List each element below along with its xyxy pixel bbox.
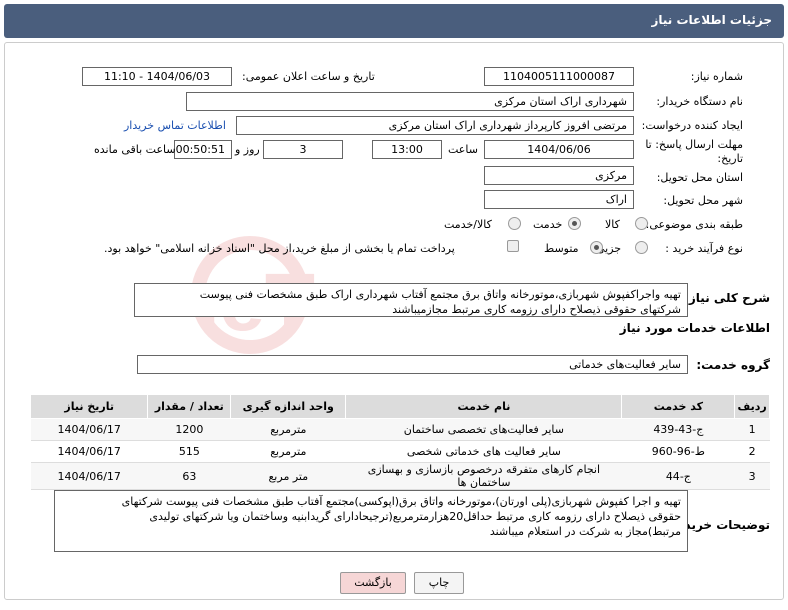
table-header-row: ردیف کد خدمت نام خدمت واحد اندازه گیری ت… <box>29 394 770 419</box>
category-option-service: خدمت <box>533 218 563 231</box>
treasury-payment-checkbox[interactable] <box>507 240 519 252</box>
summary-line-1: تهیه واجراکفپوش شهربازی،موتورخانه واتاق … <box>199 288 681 301</box>
page-title: جزئیات اطلاعات نیاز <box>651 13 772 27</box>
treasury-payment-note: پرداخت تمام یا بخشی از مبلغ خرید،از محل … <box>104 242 455 255</box>
summary-label: شرح کلی نیاز: <box>684 291 770 305</box>
cell-need-date: 1404/06/17 <box>30 418 148 441</box>
category-radio-goods-service[interactable] <box>508 217 521 230</box>
city-field: اراک <box>484 190 634 209</box>
col-service-name: نام خدمت <box>345 394 623 419</box>
cell-quantity: 63 <box>147 462 231 490</box>
table-row: 2 ط-96-960 سایر فعالیت های خدماتی شخصی م… <box>30 440 770 463</box>
cell-unit: مترمربع <box>230 440 346 463</box>
buyer-notes-text: تهیه و اجرا کفپوش شهربازی(پلی اورتان)،مو… <box>54 490 688 552</box>
deadline-time-field: 13:00 <box>372 140 442 159</box>
province-field: مرکزی <box>484 166 634 185</box>
service-group-label: گروه خدمت: <box>696 358 770 372</box>
category-radio-goods[interactable] <box>635 217 648 230</box>
remaining-time-field: 00:50:51 <box>174 140 232 159</box>
services-table: ردیف کد خدمت نام خدمت واحد اندازه گیری ت… <box>29 394 770 490</box>
cell-service-code: ط-96-960 <box>621 440 735 463</box>
category-label: طبقه بندی موضوعی: <box>645 218 743 231</box>
cell-quantity: 515 <box>147 440 231 463</box>
cell-row-number: 2 <box>734 440 770 463</box>
process-option-medium: متوسط <box>544 242 579 255</box>
cell-need-date: 1404/06/17 <box>30 440 148 463</box>
cell-service-name: سایر فعالیت‌های تخصصی ساختمان <box>345 418 622 441</box>
buyer-org-field: شهرداری اراک استان مرکزی <box>186 92 634 111</box>
summary-text: تهیه واجراکفپوش شهربازی،موتورخانه واتاق … <box>134 283 688 317</box>
cell-service-code: ج-43-439 <box>621 418 735 441</box>
buyer-org-label: نام دستگاه خریدار: <box>656 95 743 108</box>
page-header: جزئیات اطلاعات نیاز <box>4 4 784 38</box>
cell-unit: مترمربع <box>230 418 346 441</box>
buyer-contact-link[interactable]: اطلاعات تماس خریدار <box>124 119 226 132</box>
city-label: شهر محل تحویل: <box>663 194 743 207</box>
col-service-code: کد خدمت <box>621 394 736 419</box>
services-section-title: اطلاعات خدمات مورد نیاز <box>619 321 770 335</box>
deadline-time-label: ساعت <box>448 143 478 156</box>
cell-service-name: انجام کارهای متفرقه درخصوص بازسازی و بهس… <box>345 462 622 490</box>
category-option-goods: کالا <box>605 218 620 231</box>
buyer-notes-line-1: تهیه و اجرا کفپوش شهربازی(پلی اورتان)،مو… <box>121 495 681 508</box>
category-radio-service[interactable] <box>568 217 581 230</box>
table-row: 3 ج-44 انجام کارهای متفرقه درخصوص بازساز… <box>30 462 770 490</box>
remaining-time-label: ساعت باقی مانده <box>94 143 176 156</box>
need-number-label: شماره نیاز: <box>690 70 743 83</box>
col-need-date: تاریخ نیاز <box>29 394 149 419</box>
print-button[interactable]: چاپ <box>414 572 464 594</box>
requester-field: مرتضی افروز کارپرداز شهرداری اراک استان … <box>236 116 634 135</box>
deadline-date-field: 1404/06/06 <box>484 140 634 159</box>
summary-line-2: شرکتهای حقوقی ذیصلاح دارای رزومه کاری مر… <box>392 303 681 316</box>
col-unit: واحد اندازه گیری <box>230 394 347 419</box>
col-row-number: ردیف <box>734 394 770 419</box>
col-quantity: تعداد / مقدار <box>147 394 232 419</box>
cell-unit: متر مربع <box>230 462 346 490</box>
category-option-goods-service: کالا/خدمت <box>444 218 492 231</box>
cell-service-name: سایر فعالیت های خدماتی شخصی <box>345 440 622 463</box>
table-row: 1 ج-43-439 سایر فعالیت‌های تخصصی ساختمان… <box>30 418 770 441</box>
service-group-field: سایر فعالیت‌های خدماتی <box>137 355 688 374</box>
cell-row-number: 1 <box>734 418 770 441</box>
deadline-label: مهلت ارسال پاسخ: تا <box>645 138 743 151</box>
buyer-notes-line-2: حقوقی ذیصلاح دارای رزومه کاری مرتبط حداق… <box>149 510 681 523</box>
remaining-days-field: 3 <box>263 140 343 159</box>
cell-row-number: 3 <box>734 462 770 490</box>
process-radio-minor[interactable] <box>635 241 648 254</box>
cell-service-code: ج-44 <box>621 462 735 490</box>
announce-datetime-label: تاریخ و ساعت اعلان عمومی: <box>242 70 375 83</box>
announce-datetime-field: 1404/06/03 - 11:10 <box>82 67 232 86</box>
deadline-date-label: تاریخ: <box>717 152 743 165</box>
process-type-label: نوع فرآیند خرید : <box>665 242 743 255</box>
requester-label: ایجاد کننده درخواست: <box>641 119 743 132</box>
days-label: روز و <box>235 143 260 156</box>
cell-quantity: 1200 <box>147 418 231 441</box>
need-number-field: 1104005111000087 <box>484 67 634 86</box>
province-label: استان محل تحویل: <box>656 171 743 184</box>
buyer-notes-line-3: مرتبط)مجاز به شرکت در استعلام میباشند <box>489 525 681 538</box>
cell-need-date: 1404/06/17 <box>30 462 148 490</box>
process-radio-medium[interactable] <box>590 241 603 254</box>
back-button[interactable]: بازگشت <box>340 572 406 594</box>
